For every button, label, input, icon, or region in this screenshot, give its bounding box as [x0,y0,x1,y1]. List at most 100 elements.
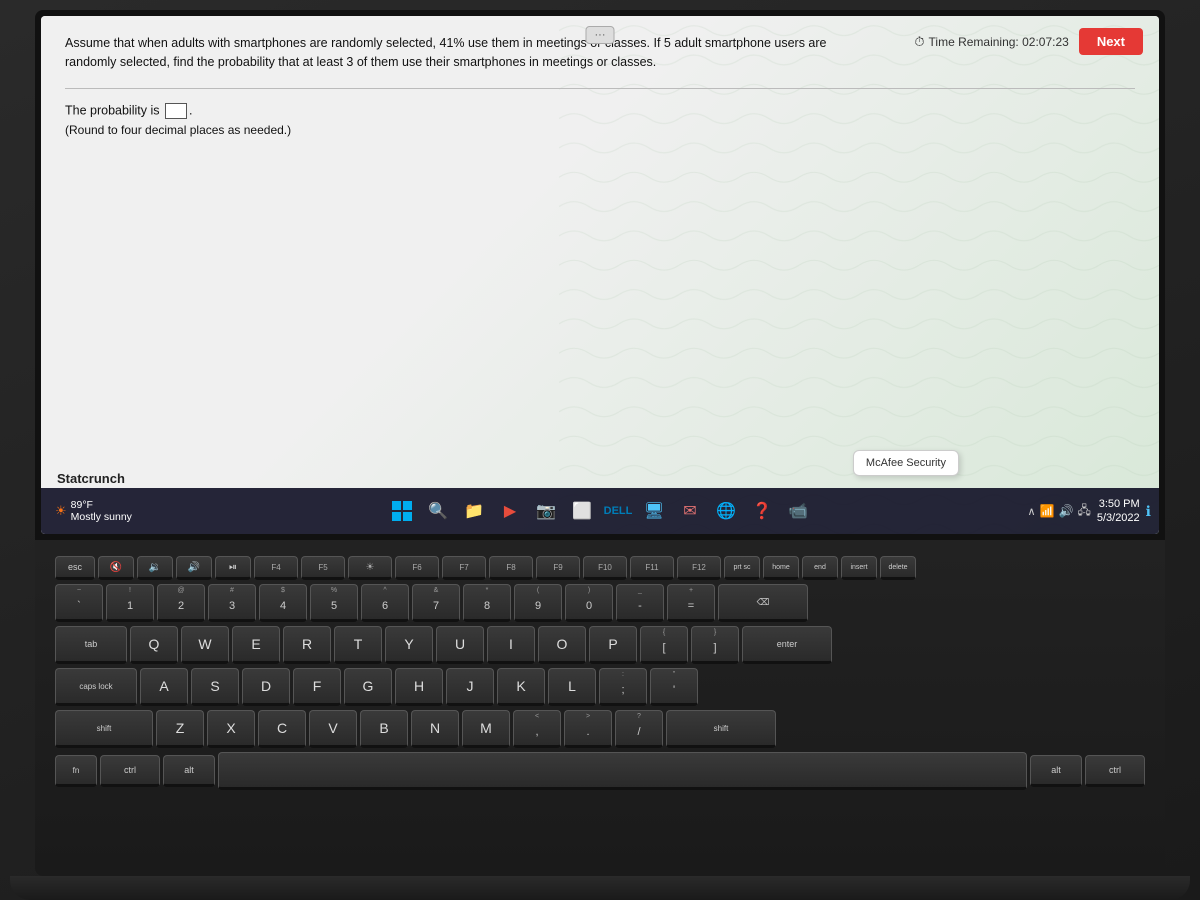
key-ctrl-right[interactable]: ctrl [1085,755,1145,787]
network-icon[interactable]: 🖧 [1077,501,1090,522]
key-t[interactable]: T [334,626,382,664]
key-vol-up[interactable]: 🔊 [176,556,212,580]
key-backspace[interactable]: ⌫ [718,584,808,622]
key-tab[interactable]: tab [55,626,127,664]
next-button[interactable]: Next [1079,28,1143,55]
key-y[interactable]: Y [385,626,433,664]
key-comma[interactable]: <, [513,710,561,748]
key-f10[interactable]: F10 [583,556,627,580]
key-4[interactable]: $4 [259,584,307,622]
key-q[interactable]: Q [130,626,178,664]
key-b[interactable]: B [360,710,408,748]
key-8[interactable]: *8 [463,584,511,622]
key-x[interactable]: X [207,710,255,748]
taskbar-app-icon-3[interactable]: 📷 [530,495,562,527]
key-m[interactable]: M [462,710,510,748]
key-bracket-r[interactable]: }] [691,626,739,664]
key-backtick[interactable]: ~` [55,584,103,622]
key-f8[interactable]: F8 [489,556,533,580]
key-0[interactable]: )0 [565,584,613,622]
key-f4[interactable]: F4 [254,556,298,580]
key-f5[interactable]: F5 [301,556,345,580]
key-s[interactable]: S [191,668,239,706]
key-home[interactable]: home [763,556,799,580]
key-o[interactable]: O [538,626,586,664]
key-6[interactable]: ^6 [361,584,409,622]
key-enter[interactable]: enter [742,626,832,664]
key-5[interactable]: %5 [310,584,358,622]
key-w[interactable]: W [181,626,229,664]
windows-icon[interactable] [386,495,418,527]
key-caps-lock[interactable]: caps lock [55,668,137,706]
key-p[interactable]: P [589,626,637,664]
taskbar-app-icon-5[interactable]: 🖥 [638,495,670,527]
volume-icon[interactable]: 🔊 [1059,504,1074,518]
key-quote[interactable]: "' [650,668,698,706]
key-delete[interactable]: delete [880,556,916,580]
key-f6[interactable]: F6 [395,556,439,580]
key-shift-left[interactable]: shift [55,710,153,748]
key-n[interactable]: N [411,710,459,748]
key-3[interactable]: #3 [208,584,256,622]
key-f7[interactable]: F7 [442,556,486,580]
key-prtsc[interactable]: prt sc [724,556,760,580]
key-esc[interactable]: esc [55,556,95,580]
chevron-up-icon[interactable]: ∧ [1027,505,1035,518]
key-f12[interactable]: F12 [677,556,721,580]
key-mute[interactable]: 🔇 [98,556,134,580]
key-brightness[interactable]: ☀ [348,556,392,580]
search-taskbar-button[interactable]: 🔍 [422,495,454,527]
key-e[interactable]: E [232,626,280,664]
key-f9[interactable]: F9 [536,556,580,580]
key-v[interactable]: V [309,710,357,748]
wifi-icon[interactable]: 📶 [1040,504,1055,518]
taskbar-app-icon-1[interactable]: 📁 [458,495,490,527]
key-j[interactable]: J [446,668,494,706]
taskbar-app-icon-8[interactable]: ❓ [746,495,778,527]
taskbar-app-icon-9[interactable]: 📹 [782,495,814,527]
answer-input-box[interactable] [165,103,187,119]
taskbar-app-icon-6[interactable]: ✉ [674,495,706,527]
key-space[interactable] [218,752,1027,790]
clock-display[interactable]: 3:50 PM 5/3/2022 [1097,497,1140,526]
key-vol-down[interactable]: 🔉 [137,556,173,580]
key-a[interactable]: A [140,668,188,706]
key-r[interactable]: R [283,626,331,664]
key-2[interactable]: @2 [157,584,205,622]
key-c[interactable]: C [258,710,306,748]
key-minus[interactable]: _- [616,584,664,622]
key-f11[interactable]: F11 [630,556,674,580]
key-9[interactable]: (9 [514,584,562,622]
ellipsis-button[interactable]: ··· [586,26,615,44]
taskbar-app-icon-4[interactable]: ⬜ [566,495,598,527]
key-z[interactable]: Z [156,710,204,748]
key-semicolon[interactable]: :; [599,668,647,706]
key-bracket-l[interactable]: {[ [640,626,688,664]
key-play[interactable]: ⏯ [215,556,251,580]
key-equals[interactable]: += [667,584,715,622]
key-alt-right[interactable]: alt [1030,755,1082,787]
dell-icon[interactable]: DELL [602,495,634,527]
key-period[interactable]: >. [564,710,612,748]
key-alt-left[interactable]: alt [163,755,215,787]
key-g[interactable]: G [344,668,392,706]
key-fn-bottom[interactable]: fn [55,755,97,787]
key-u[interactable]: U [436,626,484,664]
key-h[interactable]: H [395,668,443,706]
weather-widget[interactable]: ☀ 89°F Mostly sunny [49,497,138,525]
key-ctrl-left[interactable]: ctrl [100,755,160,787]
taskbar-app-icon-7[interactable]: 🌐 [710,495,742,527]
key-d[interactable]: D [242,668,290,706]
key-7[interactable]: &7 [412,584,460,622]
key-shift-right[interactable]: shift [666,710,776,748]
key-i[interactable]: I [487,626,535,664]
key-insert[interactable]: insert [841,556,877,580]
help-icon[interactable]: ℹ [1146,503,1151,520]
key-k[interactable]: K [497,668,545,706]
key-slash[interactable]: ?/ [615,710,663,748]
key-1[interactable]: !1 [106,584,154,622]
key-l[interactable]: L [548,668,596,706]
key-f[interactable]: F [293,668,341,706]
taskbar-app-icon-2[interactable]: ▶ [494,495,526,527]
key-end[interactable]: end [802,556,838,580]
